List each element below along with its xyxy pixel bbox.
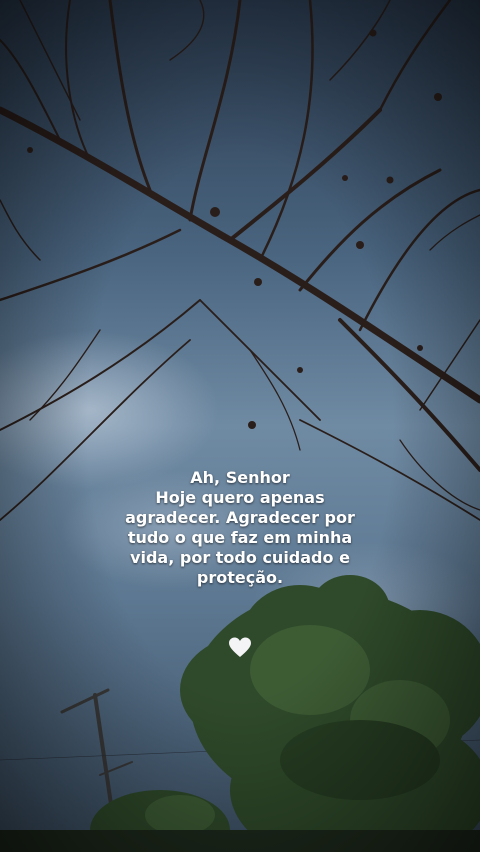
green-trees (0, 575, 480, 852)
caption-line: vida, por todo cuidado e (130, 548, 350, 567)
photo-scene: Ah, Senhor Hoje quero apenas agradecer. … (0, 0, 480, 852)
caption-line: proteção. (196, 568, 284, 587)
caption-line: tudo o que faz em minha (127, 528, 353, 547)
caption-line: agradecer. Agradecer por (125, 508, 355, 527)
caption-text: Ah, Senhor Hoje quero apenas agradecer. … (90, 468, 390, 588)
white-heart-icon (229, 637, 251, 657)
caption-line: Hoje quero apenas (155, 488, 325, 507)
caption-line: Ah, Senhor (190, 468, 290, 487)
